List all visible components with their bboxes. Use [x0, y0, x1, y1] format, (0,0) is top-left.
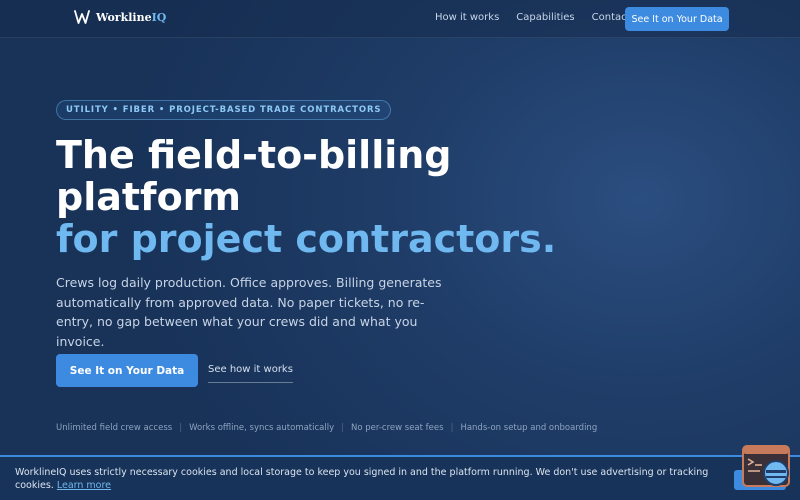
nav-links: How it works Capabilities Contact: [435, 12, 648, 23]
brand-name: WorklineIQ: [96, 10, 167, 24]
headline-accent: for project contractors.: [56, 217, 557, 261]
nav-link-capabilities[interactable]: Capabilities: [516, 12, 574, 23]
feature-item: Hands-on setup and onboarding: [460, 423, 598, 433]
audience-badge: UTILITY • FIBER • PROJECT-BASED TRADE CO…: [56, 100, 392, 120]
terminal-chat-widget-icon[interactable]: [742, 445, 790, 489]
workline-w-logo-icon: [74, 10, 90, 24]
feature-separator: |: [179, 423, 183, 433]
feature-separator: |: [450, 423, 454, 433]
top-nav: WorklineIQ How it works Capabilities Con…: [0, 0, 800, 38]
cookie-message-text: WorklineIQ uses strictly necessary cooki…: [15, 467, 709, 491]
feature-item: No per-crew seat fees: [351, 423, 444, 433]
feature-separator: |: [341, 423, 344, 433]
cookie-message: WorklineIQ uses strictly necessary cooki…: [15, 466, 725, 492]
hero-headline: The field-to-billing platform for projec…: [56, 134, 616, 260]
headline-line-1: The field-to-billing: [56, 133, 452, 177]
nav-cta-button[interactable]: See It on Your Data: [625, 7, 729, 31]
brand-logo[interactable]: WorklineIQ: [74, 9, 166, 25]
feature-list: Unlimited field crew access | Works offl…: [56, 423, 597, 433]
primary-cta-button[interactable]: See It on Your Data: [56, 354, 198, 387]
cookie-banner: WorklineIQ uses strictly necessary cooki…: [0, 455, 800, 500]
brand-suffix: IQ: [151, 10, 167, 24]
learn-more-link[interactable]: Learn more: [57, 480, 111, 491]
nav-link-how-it-works[interactable]: How it works: [435, 12, 499, 23]
headline-line-2: platform: [56, 175, 242, 219]
feature-item: Unlimited field crew access: [56, 423, 173, 433]
feature-item: Works offline, syncs automatically: [189, 423, 335, 433]
see-how-it-works-link[interactable]: See how it works: [208, 364, 293, 383]
hero-subtext: Crews log daily production. Office appro…: [56, 275, 442, 349]
